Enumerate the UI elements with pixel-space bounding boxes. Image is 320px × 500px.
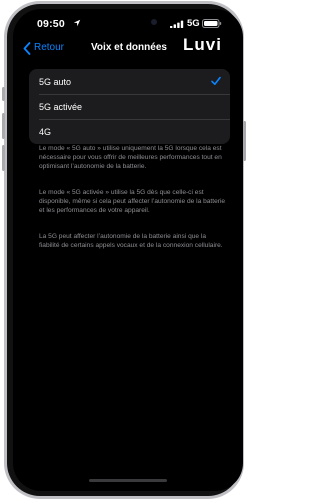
footer-5g-activee-description: Le mode « 5G activée » utilise la 5G dès… (39, 189, 226, 215)
navigation-bar: Retour Voix et données Luvi (13, 35, 243, 65)
footer-5g-auto-description: Le mode « 5G auto » utilise uniquement l… (39, 145, 222, 171)
status-bar: 09:50 5G (13, 9, 243, 35)
screen: 09:50 5G Retour Voix et données Luvi 5G … (13, 9, 243, 491)
option-label: 5G auto (39, 76, 72, 87)
checkmark-icon (211, 76, 221, 85)
location-arrow-icon (73, 19, 81, 27)
camera-lens-icon (151, 19, 157, 25)
chevron-left-icon[interactable] (23, 42, 31, 55)
status-time: 09:50 (37, 18, 65, 30)
option-5g-activee[interactable]: 5G activée (29, 94, 230, 119)
network-type: 5G (187, 18, 200, 29)
page-title: Voix et données (91, 42, 167, 53)
footer-5g-battery-note: La 5G peut affecter l’autonomie de la ba… (39, 233, 223, 250)
option-label: 5G activée (39, 101, 83, 112)
option-5g-auto[interactable]: 5G auto (29, 69, 230, 94)
device-screen-holder: 09:50 5G Retour Voix et données Luvi 5G … (4, 1, 244, 499)
brand-logo: Luvi (183, 35, 222, 54)
signal-bars-icon (170, 20, 184, 28)
network-mode-list: 5G auto 5G activée 4G (29, 69, 230, 144)
option-label: 4G (39, 126, 52, 137)
option-4g[interactable]: 4G (29, 119, 230, 144)
back-button[interactable]: Retour (34, 42, 64, 53)
home-indicator[interactable] (89, 479, 167, 482)
battery-icon (202, 19, 222, 28)
